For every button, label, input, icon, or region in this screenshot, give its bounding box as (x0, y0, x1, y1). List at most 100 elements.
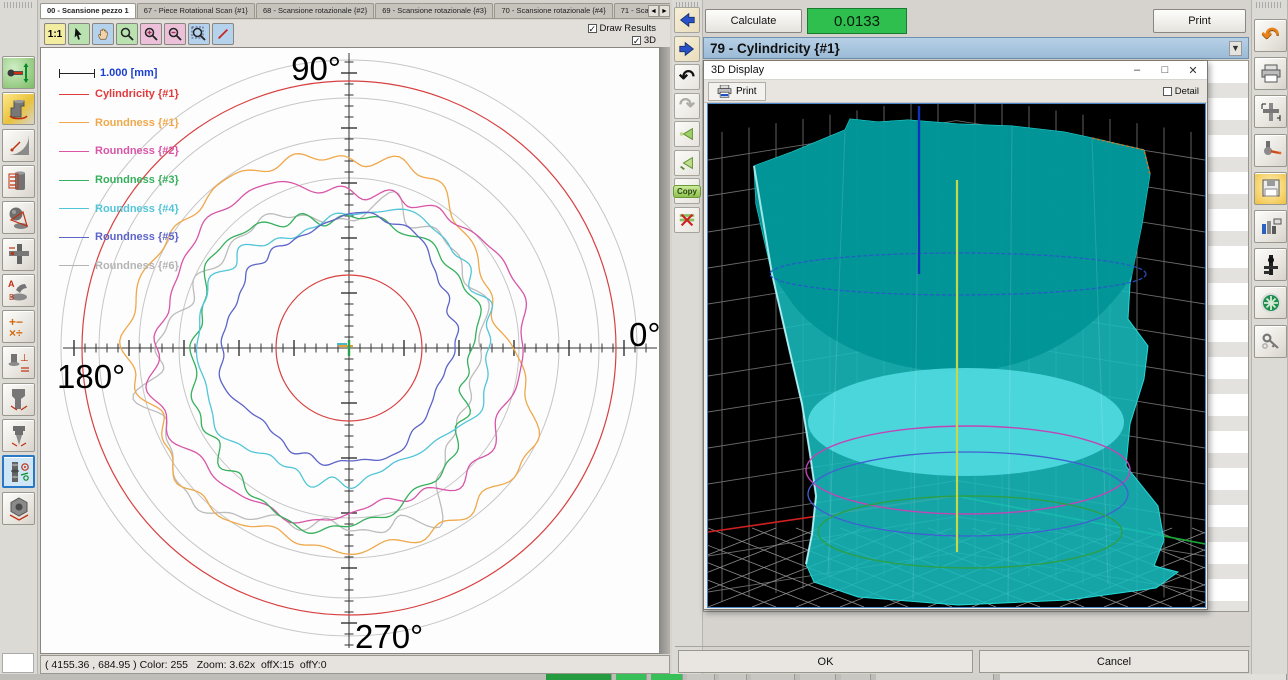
checkbox-draw-results[interactable]: ✓Draw Results (588, 22, 657, 34)
report-button[interactable] (1254, 210, 1287, 243)
select-cursor-button[interactable] (68, 23, 90, 45)
taskbar-segment[interactable] (719, 674, 747, 680)
3d-print-button[interactable]: Print (708, 82, 766, 101)
nav-forward-button[interactable] (674, 36, 700, 62)
3d-display-window: 3D Display – □ ✕ Print Detail (703, 60, 1208, 610)
revert-button[interactable]: ↶ (1254, 19, 1287, 52)
tab-scroll-right[interactable]: ► (659, 5, 670, 17)
part-dimensions-button[interactable] (1254, 95, 1287, 128)
tab-68[interactable]: 68 - Scansione rotazionale {#2} (256, 3, 374, 18)
taskbar-segment[interactable] (546, 674, 612, 680)
angle-label: 270° (355, 618, 423, 653)
result-value-badge: 0.0133 (807, 8, 907, 34)
taskbar-segment[interactable] (687, 674, 715, 680)
insert-after-button[interactable] (674, 150, 700, 176)
calculate-button[interactable]: Calculate (705, 9, 802, 33)
undo-button[interactable]: ↶ (674, 64, 700, 90)
fixture-button[interactable] (1254, 248, 1287, 281)
taskbar-segment[interactable] (841, 674, 871, 680)
tab-67[interactable]: 67 - Piece Rotational Scan {#1} (137, 3, 255, 18)
taskbar-strip[interactable] (0, 674, 1288, 680)
copy-button[interactable]: Copy (674, 178, 700, 204)
measure-line-button[interactable] (212, 23, 234, 45)
brand-button[interactable] (1254, 286, 1287, 319)
maximize-icon[interactable]: □ (1151, 62, 1179, 79)
3d-viewport[interactable] (707, 103, 1206, 608)
probe-alignment-button[interactable] (2, 56, 35, 89)
svg-text:A: A (8, 279, 15, 289)
tab-69[interactable]: 69 - Scansione rotazionale {#3} (375, 3, 493, 18)
toolbar-grip (1256, 2, 1283, 8)
taskbar-segment[interactable] (800, 674, 836, 680)
legend-item: Roundness {#4} (59, 194, 179, 223)
right-toolbar: ↶ (1251, 0, 1288, 680)
save-button[interactable] (1254, 172, 1287, 205)
roundness-curve (190, 214, 481, 534)
plot-legend: 1.000 [mm] Cylindricity {#1} Roundness {#… (59, 66, 179, 280)
nut-part-button[interactable] (2, 492, 35, 525)
roundness-curve (219, 212, 458, 465)
cylindricity-solid (754, 106, 1178, 605)
nav-back-button[interactable] (674, 7, 700, 33)
toolbar-grip (4, 2, 33, 8)
print-button[interactable]: Print (1153, 9, 1246, 33)
plot-right-edge (660, 47, 670, 654)
checkbox-3d[interactable]: ✓3D (588, 34, 657, 46)
plot-options: ✓Draw Results✓3D (588, 22, 657, 46)
3d-display-titlebar[interactable]: 3D Display – □ ✕ (704, 61, 1207, 80)
cross-part-button[interactable] (2, 238, 35, 271)
scale-bar: 1.000 [mm] (59, 66, 179, 80)
3d-scene (708, 104, 1205, 607)
close-icon[interactable]: ✕ (1179, 62, 1207, 79)
legend-item: Roundness {#3} (59, 166, 179, 195)
redo-button[interactable]: ↷ (674, 93, 700, 119)
sphere-measure-button[interactable] (2, 201, 35, 234)
detail-checkbox[interactable]: Detail (1163, 86, 1199, 97)
feature-dropdown-value: 79 - Cylindricity {#1} (710, 41, 840, 56)
dialog-divider (675, 646, 1250, 647)
legend-item: Roundness {#5} (59, 223, 179, 252)
math-operations-button[interactable]: +−×÷ (2, 310, 35, 343)
taskbar-segment[interactable] (876, 674, 994, 680)
perpendicularity-button[interactable]: ⊥ (2, 346, 35, 379)
svg-text:⊥: ⊥ (20, 353, 29, 364)
tab-70[interactable]: 70 - Scansione rotazionale {#4} (494, 3, 612, 18)
cancel-button[interactable]: Cancel (979, 650, 1249, 673)
tab-00[interactable]: 00 - Scansione pezzo 1 (40, 3, 136, 18)
ok-button[interactable]: OK (678, 650, 973, 673)
tab-scroll-buttons: ◄► (648, 5, 670, 17)
cone-measure-button[interactable] (2, 419, 35, 452)
tab-scroll-left[interactable]: ◄ (648, 5, 659, 17)
zoom-1to1-button[interactable]: 1:1 (44, 23, 66, 45)
radius-measure-button[interactable] (2, 129, 35, 162)
taskbar-segment[interactable] (1000, 674, 1287, 680)
taskbar-segment[interactable] (616, 674, 647, 680)
cylinder-scan-button[interactable] (2, 165, 35, 198)
insert-before-button[interactable] (674, 121, 700, 147)
zoom-in-button[interactable] (140, 23, 162, 45)
legend-item: Cylindricity {#1} (59, 80, 179, 109)
angle-label: 0° (629, 316, 659, 353)
taskbar-segment[interactable] (651, 674, 683, 680)
polar-plot-canvas[interactable]: 90°0°180°270° 1.000 [mm] Cylindricity {#… (40, 47, 660, 654)
zoom-out-button[interactable] (164, 23, 186, 45)
taskbar-segment[interactable] (751, 674, 795, 680)
print-button[interactable] (1254, 57, 1287, 90)
delete-button[interactable] (674, 207, 700, 233)
scan-tab-bar: 00 - Scansione pezzo 167 - Piece Rotatio… (40, 3, 670, 19)
pan-hand-button[interactable] (92, 23, 114, 45)
probe-config-button[interactable] (1254, 134, 1287, 167)
rotary-part-button[interactable] (2, 92, 35, 125)
license-key-button[interactable] (1254, 325, 1287, 358)
scan-profile-button[interactable] (2, 455, 35, 488)
angle-measure-button[interactable]: AB (2, 274, 35, 307)
chevron-down-icon[interactable]: ▼ (1229, 41, 1242, 56)
scan-plot-window: 00 - Scansione pezzo 167 - Piece Rotatio… (40, 3, 670, 674)
bore-measure-button[interactable] (2, 383, 35, 416)
minimize-icon[interactable]: – (1123, 62, 1151, 79)
zoom-button[interactable] (116, 23, 138, 45)
zoom-window-button[interactable] (188, 23, 210, 45)
3d-print-label: Print (736, 86, 757, 97)
svg-text:B: B (9, 293, 14, 302)
feature-dropdown[interactable]: 79 - Cylindricity {#1} ▼ (703, 37, 1249, 59)
